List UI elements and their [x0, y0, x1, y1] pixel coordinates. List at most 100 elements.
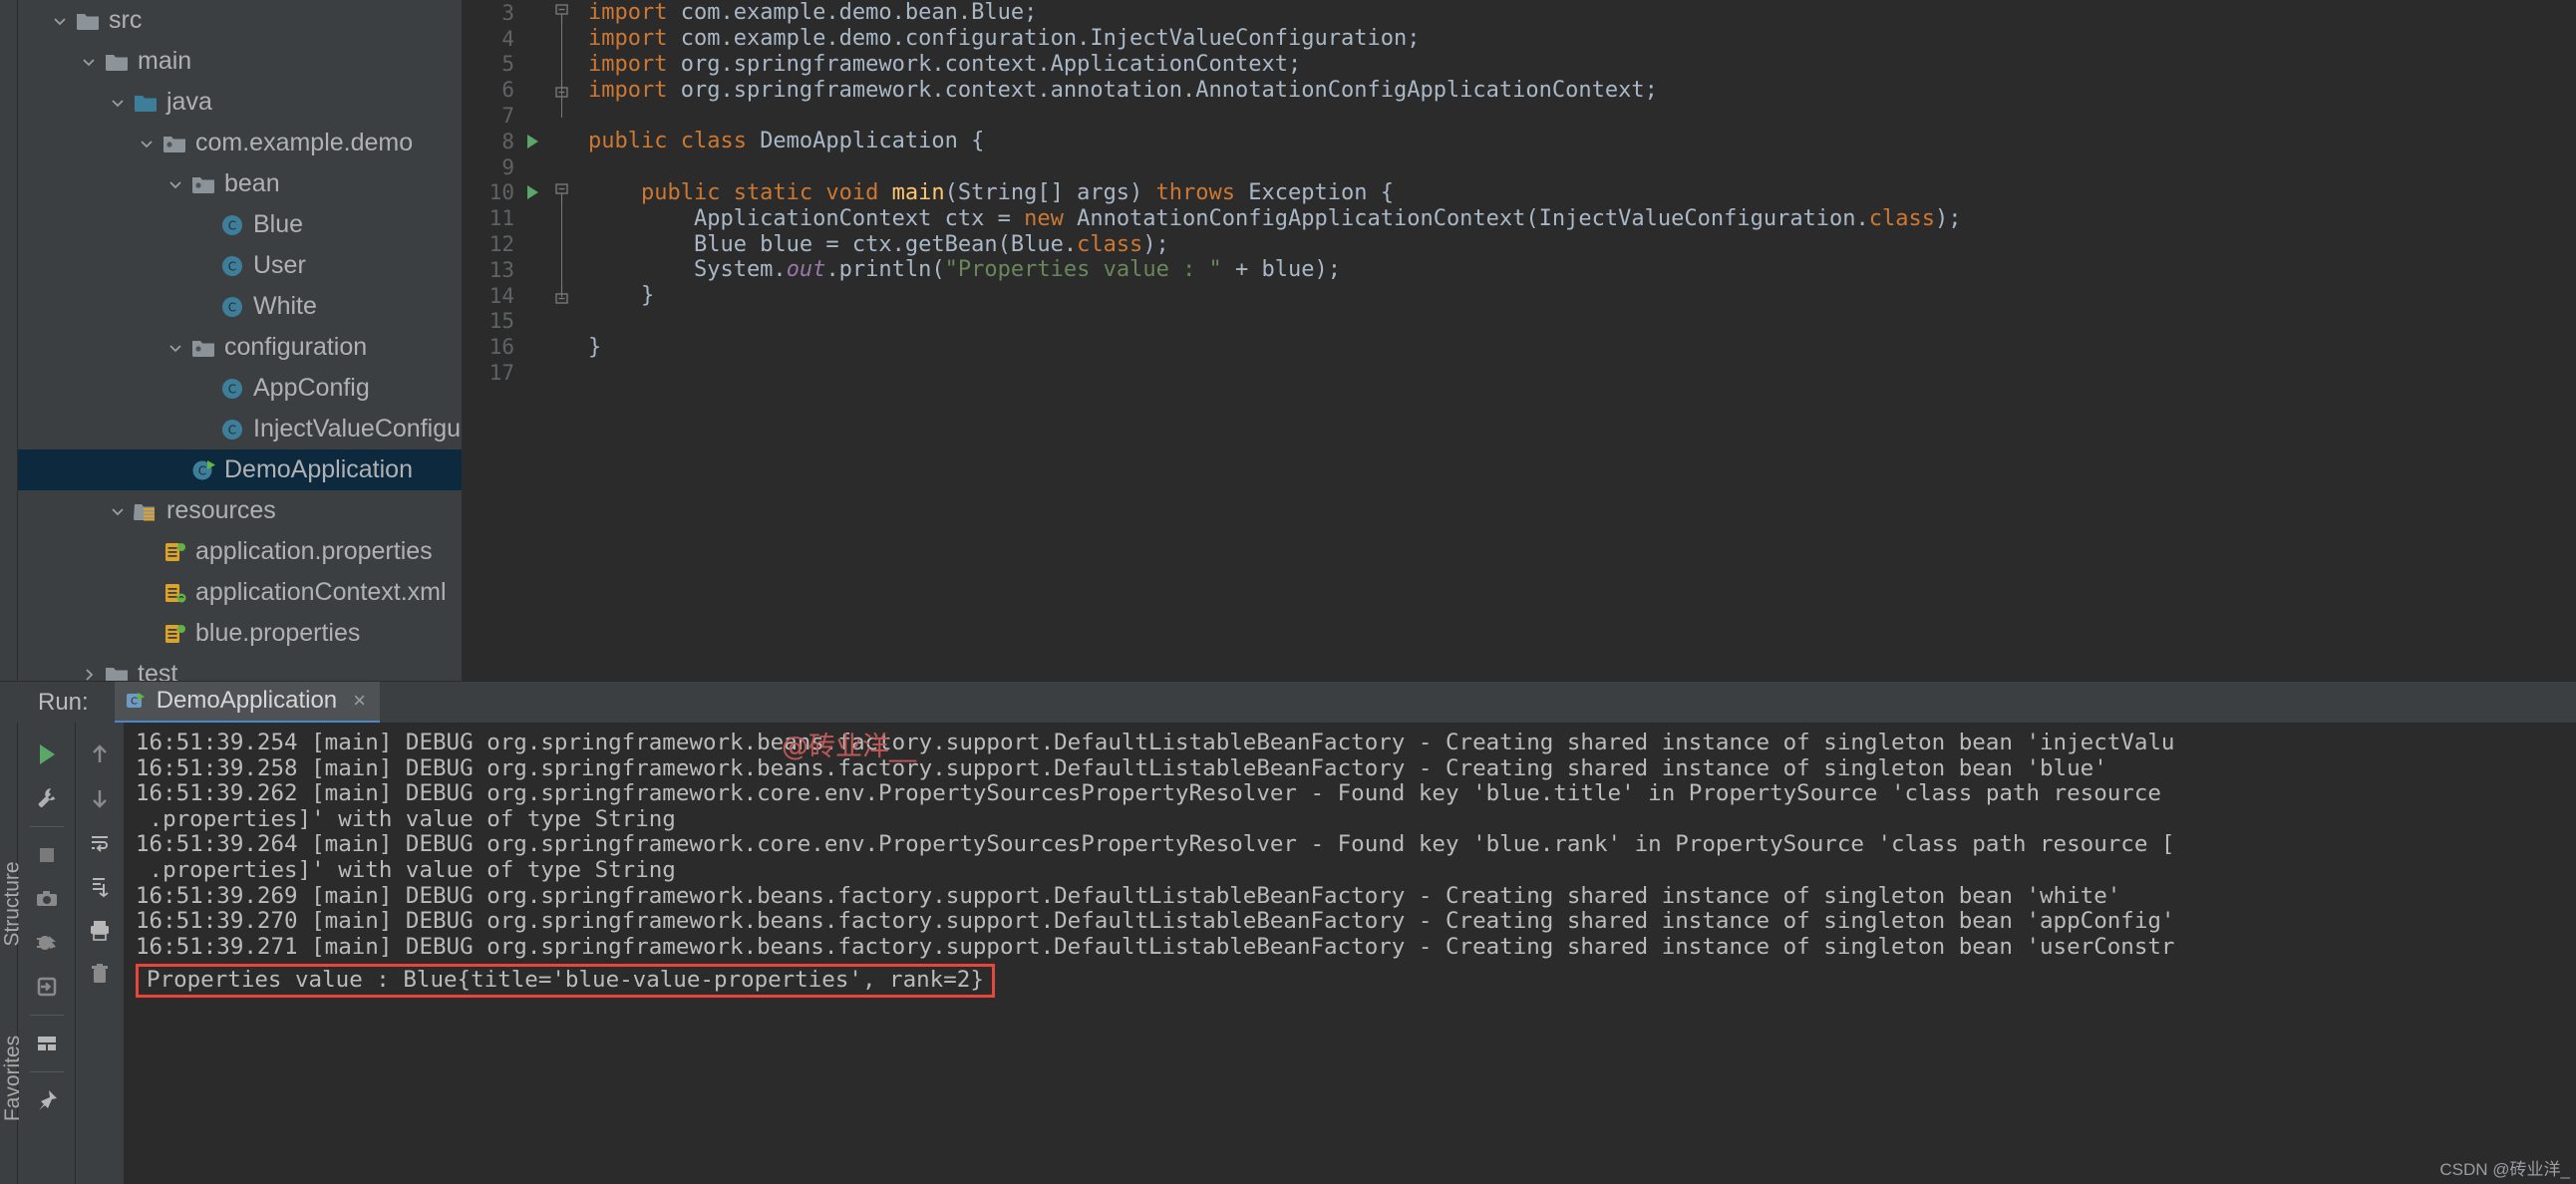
tree-item-java[interactable]: java	[18, 82, 462, 123]
tree-item-applicationcontext-xml[interactable]: applicationContext.xml	[18, 572, 462, 613]
code-line[interactable]: 13 System.out.println("Properties value …	[463, 257, 2576, 283]
tree-item-blue[interactable]: CBlue	[18, 204, 462, 245]
code-token: }	[588, 335, 601, 360]
line-number: 15	[463, 309, 518, 333]
java-class-icon: C	[217, 212, 247, 238]
code-token: DemoApplication	[760, 129, 971, 153]
code-fold-icon[interactable]	[546, 286, 578, 306]
code-line[interactable]: 8public class DemoApplication {	[463, 129, 2576, 154]
scroll-to-end-button[interactable]	[78, 864, 122, 908]
project-tree[interactable]: src main java com.example.demo bean CBlueCUse…	[18, 0, 463, 681]
svg-text:C: C	[198, 463, 206, 477]
code-line[interactable]: 5import org.springframework.context.Appl…	[463, 52, 2576, 78]
tree-item-label: application.properties	[195, 539, 433, 564]
tree-item-configuration[interactable]: configuration	[18, 327, 462, 368]
code-text: import org.springframework.context.annot…	[578, 78, 1658, 103]
tree-item-user[interactable]: CUser	[18, 245, 462, 286]
tree-item-demoapplication[interactable]: CDemoApplication	[18, 449, 462, 490]
tree-item-resources[interactable]: resources	[18, 490, 462, 531]
code-line[interactable]: 10 public static void main(String[] args…	[463, 180, 2576, 206]
fold-connector-method	[561, 195, 562, 297]
run-gutter-icon[interactable]	[518, 133, 546, 150]
code-line[interactable]: 11 ApplicationContext ctx = new Annotati…	[463, 205, 2576, 231]
tree-item-label: main	[138, 49, 191, 74]
soft-wrap-button[interactable]	[78, 820, 122, 864]
tree-item-blue-properties[interactable]: blue.properties	[18, 613, 462, 654]
code-line[interactable]: 12 Blue blue = ctx.getBean(Blue.class);	[463, 231, 2576, 257]
code-line[interactable]: 7	[463, 103, 2576, 129]
close-icon[interactable]: ×	[353, 688, 366, 714]
run-tab-label: DemoApplication	[157, 687, 337, 715]
run-tab-demoapplication[interactable]: C DemoApplication ×	[115, 682, 380, 724]
run-gutter-icon[interactable]	[518, 183, 546, 201]
tree-item-main[interactable]: main	[18, 41, 462, 82]
csdn-credit: CSDN @砖业洋_	[2439, 1155, 2570, 1180]
run-toolbar-secondary[interactable]	[76, 723, 124, 1184]
java-class-icon: C	[217, 417, 247, 443]
console-output[interactable]: 16:51:39.254 [main] DEBUG org.springfram…	[124, 723, 2576, 1184]
code-token: );	[1142, 232, 1169, 257]
tool-window-favorites[interactable]: Favorites	[0, 1066, 50, 1090]
code-token: ApplicationContext ctx =	[588, 206, 1024, 231]
chevron-down-icon[interactable]	[76, 54, 102, 70]
tree-item-appconfig[interactable]: CAppConfig	[18, 368, 462, 409]
tree-item-com-example-demo[interactable]: com.example.demo	[18, 123, 462, 163]
code-token: (String[] args)	[945, 180, 1156, 205]
chevron-down-icon[interactable]	[47, 13, 73, 29]
code-token: import	[588, 52, 681, 77]
code-line[interactable]: 4import com.example.demo.configuration.I…	[463, 26, 2576, 52]
chevron-down-icon[interactable]	[134, 136, 160, 151]
code-line[interactable]: 6import org.springframework.context.anno…	[463, 77, 2576, 103]
tree-item-label: bean	[224, 171, 280, 196]
code-editor[interactable]: 3import com.example.demo.bean.Blue;4impo…	[463, 0, 2576, 681]
properties-file-icon	[160, 539, 189, 565]
line-number: 13	[463, 258, 518, 282]
package-icon	[188, 335, 218, 361]
code-line[interactable]: 14 }	[463, 283, 2576, 309]
code-line[interactable]: 17	[463, 360, 2576, 386]
scroll-up-button[interactable]	[78, 733, 122, 776]
code-token: throws	[1156, 180, 1249, 205]
tree-item-application-properties[interactable]: application.properties	[18, 531, 462, 572]
stop-button[interactable]	[25, 833, 69, 877]
tree-item-injectvalueconfiguration[interactable]: CInjectValueConfiguration	[18, 409, 462, 449]
run-toolbar-primary[interactable]	[18, 723, 76, 1184]
print-button[interactable]	[78, 908, 122, 952]
code-fold-icon[interactable]	[546, 3, 578, 23]
tree-item-bean[interactable]: bean	[18, 163, 462, 204]
code-fold-icon[interactable]	[546, 80, 578, 100]
code-token: import	[588, 26, 681, 51]
scroll-down-button[interactable]	[78, 776, 122, 820]
code-lines-container[interactable]: 3import com.example.demo.bean.Blue;4impo…	[463, 0, 2576, 681]
code-line[interactable]: 3import com.example.demo.bean.Blue;	[463, 0, 2576, 26]
dump-threads-button[interactable]	[25, 921, 69, 965]
rerun-button[interactable]	[25, 733, 69, 776]
export-button[interactable]	[25, 965, 69, 1009]
run-panel-header: Run: C DemoApplication ×	[0, 681, 2576, 723]
chevron-right-icon[interactable]	[76, 667, 102, 682]
console-line: 16:51:39.271 [main] DEBUG org.springfram…	[136, 935, 2576, 961]
chevron-down-icon[interactable]	[162, 340, 188, 356]
chevron-down-icon[interactable]	[105, 95, 131, 111]
clear-all-button[interactable]	[78, 952, 122, 996]
code-text: import com.example.demo.configuration.In…	[578, 26, 1420, 51]
tree-item-test[interactable]: test	[18, 654, 462, 681]
tree-item-src[interactable]: src	[18, 0, 462, 41]
chevron-down-icon[interactable]	[162, 176, 188, 192]
tree-item-label: applicationContext.xml	[195, 580, 447, 605]
code-fold-icon[interactable]	[546, 182, 578, 202]
code-line[interactable]: 9	[463, 154, 2576, 180]
code-line[interactable]: 15	[463, 309, 2576, 335]
tree-item-label: java	[166, 90, 212, 115]
tool-window-structure[interactable]: Structure	[0, 892, 50, 916]
intellij-idea-window: src main java com.example.demo bean CBlueCUse…	[0, 0, 2576, 1184]
chevron-down-icon[interactable]	[105, 503, 131, 519]
line-number: 7	[463, 104, 518, 128]
folder-icon	[102, 662, 132, 682]
run-label: Run:	[38, 689, 89, 717]
tree-item-white[interactable]: CWhite	[18, 286, 462, 327]
layout-button[interactable]	[25, 1022, 69, 1065]
settings-button[interactable]	[25, 776, 69, 820]
package-icon	[160, 131, 189, 156]
code-line[interactable]: 16}	[463, 334, 2576, 360]
